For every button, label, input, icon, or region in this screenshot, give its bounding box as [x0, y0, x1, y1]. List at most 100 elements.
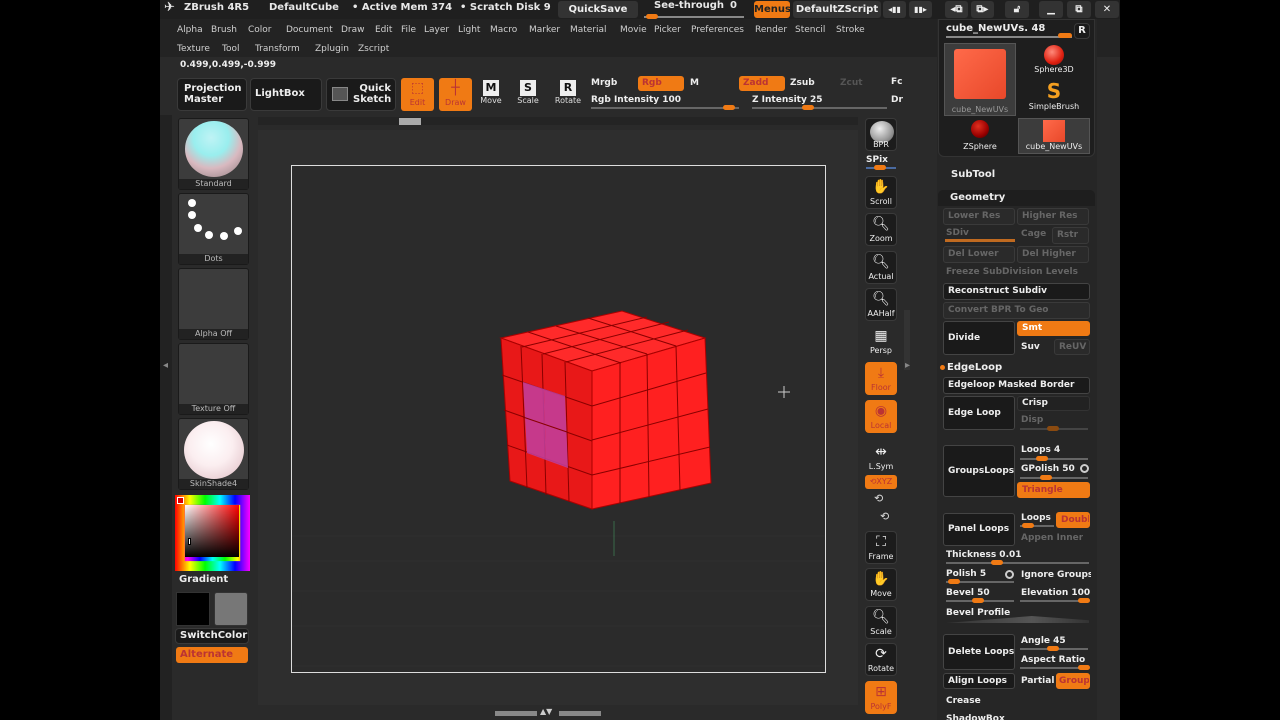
menu-document[interactable]: Document [286, 25, 333, 35]
edgeloop-header[interactable]: EdgeLoop [947, 362, 1002, 373]
zcut-button[interactable]: Zcut [840, 78, 863, 88]
lightbox-button[interactable]: LightBox [250, 78, 322, 111]
menu-color[interactable]: Color [248, 25, 272, 35]
thickness-knob[interactable] [991, 560, 1003, 565]
thickness-slider[interactable] [946, 562, 1089, 564]
draw-size-label[interactable]: Dr [891, 95, 903, 105]
polish-knob[interactable] [948, 579, 960, 584]
menu-material[interactable]: Material [570, 25, 607, 35]
groups-toggle[interactable]: Groups [1056, 673, 1090, 689]
panel-loops-knob[interactable] [1022, 523, 1034, 528]
z-intensity-knob[interactable] [802, 105, 814, 110]
menu-tool[interactable]: Tool [222, 44, 239, 54]
alternate-button[interactable]: Alternate [176, 647, 248, 663]
partial-toggle[interactable]: Partial [1021, 676, 1057, 686]
close-icon[interactable]: ✕ [1095, 1, 1119, 18]
zsub-button[interactable]: Zsub [790, 78, 815, 88]
tool-thumb-cube-newuvs[interactable]: cube_NewUVs [944, 43, 1016, 116]
zoom-button[interactable]: 🔍︎ Zoom [865, 213, 897, 246]
polish-toggle-icon[interactable] [1005, 570, 1014, 579]
freeze-subdivision-button[interactable]: Freeze SubDivision Levels [946, 267, 1078, 277]
rgb-intensity-slider[interactable] [591, 107, 739, 109]
tool-thumb-zsphere[interactable]: ZSphere [944, 118, 1016, 154]
menu-file[interactable]: File [401, 25, 416, 35]
polyf-button[interactable]: ⊞ PolyF [865, 681, 897, 714]
menu-picker[interactable]: Picker [654, 25, 681, 35]
quick-sketch-button[interactable]: Quick Sketch [326, 78, 396, 111]
canvas[interactable] [291, 165, 826, 673]
frame-button[interactable]: ⛶ Frame [865, 531, 897, 564]
tool-slider-knob[interactable] [1058, 33, 1072, 38]
default-zscript-button[interactable]: DefaultZScript [793, 1, 881, 18]
zadd-button[interactable]: Zadd [739, 76, 785, 91]
del-lower-button[interactable]: Del Lower [943, 246, 1015, 263]
menus-button[interactable]: Menus [754, 1, 791, 18]
next-layout-icon[interactable]: ⧉▸ [971, 1, 994, 18]
menu-macro[interactable]: Macro [490, 25, 517, 35]
rgb-button[interactable]: Rgb [638, 76, 684, 91]
rotate-mode-button[interactable]: R Rotate [552, 80, 584, 105]
rotate-xyz-button[interactable]: ⟲XYZ [865, 475, 897, 489]
disp-knob[interactable] [1047, 426, 1059, 431]
actual-button[interactable]: 🔍︎ Actual [865, 251, 897, 284]
right-tray-toggle-icon[interactable]: ▸ [905, 360, 910, 371]
z-intensity-slider[interactable] [752, 107, 887, 109]
left-tray-toggle-icon[interactable]: ◂ [163, 360, 169, 380]
tray-left-icon[interactable]: ◂▮▮ [883, 1, 906, 18]
rstr-button[interactable]: Rstr [1052, 227, 1089, 244]
prev-layout-icon[interactable]: ◂⧉ [945, 1, 968, 18]
delete-loops-button[interactable]: Delete Loops [943, 634, 1015, 670]
stroke-picker[interactable]: Dots [178, 193, 249, 265]
groups-loops-button[interactable]: GroupsLoops [943, 445, 1015, 497]
menu-marker[interactable]: Marker [529, 25, 560, 35]
gpolish-slider[interactable] [1020, 477, 1088, 479]
bpr-button[interactable]: BPR [865, 118, 897, 151]
color-cursor[interactable] [188, 538, 191, 545]
tray-right-icon[interactable]: ▮▮▸ [909, 1, 932, 18]
align-loops-button[interactable]: Align Loops [943, 673, 1015, 689]
scale-view-button[interactable]: 🔍︎ Scale [865, 606, 897, 639]
menu-light[interactable]: Light [458, 25, 480, 35]
mrgb-button[interactable]: Mrgb [591, 78, 617, 88]
menu-transform[interactable]: Transform [255, 44, 300, 54]
loops-slider[interactable] [1020, 458, 1088, 460]
scroll-button[interactable]: ✋ Scroll [865, 176, 897, 209]
menu-movie[interactable]: Movie [620, 25, 647, 35]
tool-thumb-simplebrush[interactable]: S SimpleBrush [1018, 80, 1090, 116]
menu-stroke[interactable]: Stroke [836, 25, 865, 35]
suv-toggle[interactable]: Suv [1021, 342, 1040, 352]
projection-master-button[interactable]: Projection Master [177, 78, 247, 111]
cube-mesh[interactable] [499, 310, 712, 510]
m-button[interactable]: M [690, 78, 699, 88]
triangle-toggle[interactable]: Triangle [1017, 482, 1090, 498]
ignore-groups-toggle[interactable]: Ignore Groups [1021, 570, 1091, 580]
shadowbox-header[interactable]: ShadowBox [946, 714, 1005, 720]
spix-knob[interactable] [874, 165, 886, 170]
menu-alpha[interactable]: Alpha [177, 25, 203, 35]
persp-button[interactable]: ▦ Persp [865, 325, 897, 358]
edit-mode-button[interactable]: ⬚ Edit [401, 78, 434, 111]
angle-knob[interactable] [1047, 646, 1059, 651]
lower-res-button[interactable]: Lower Res [943, 208, 1015, 225]
cage-button[interactable]: Cage [1021, 229, 1046, 239]
brush-picker[interactable]: Standard [178, 118, 249, 190]
edge-loop-button[interactable]: Edge Loop [943, 396, 1015, 430]
reconstruct-subdiv-button[interactable]: Reconstruct Subdiv [943, 283, 1090, 300]
gpolish-knob[interactable] [1040, 475, 1052, 480]
higher-res-button[interactable]: Higher Res [1017, 208, 1089, 225]
lsym-button[interactable]: ⇹ L.Sym [865, 441, 897, 474]
menu-zscript[interactable]: Zscript [358, 44, 389, 54]
menu-zplugin[interactable]: Zplugin [315, 44, 349, 54]
geometry-header[interactable]: Geometry [938, 190, 1095, 206]
tool-thumb-sphere3d[interactable]: Sphere3D [1018, 43, 1090, 79]
floor-button[interactable]: ⤓ Floor [865, 362, 897, 395]
quicksave-button[interactable]: QuickSave [558, 1, 638, 18]
local-button[interactable]: ◉ Local [865, 400, 897, 433]
r-button[interactable]: R [1074, 23, 1090, 39]
del-higher-button[interactable]: Del Higher [1017, 246, 1089, 263]
canvas-scroll-thumb[interactable] [399, 118, 421, 125]
draw-mode-button[interactable]: ┼ Draw [439, 78, 472, 111]
scale-mode-button[interactable]: S Scale [513, 80, 543, 105]
menu-brush[interactable]: Brush [211, 25, 237, 35]
material-picker[interactable]: SkinShade4 [178, 418, 249, 490]
